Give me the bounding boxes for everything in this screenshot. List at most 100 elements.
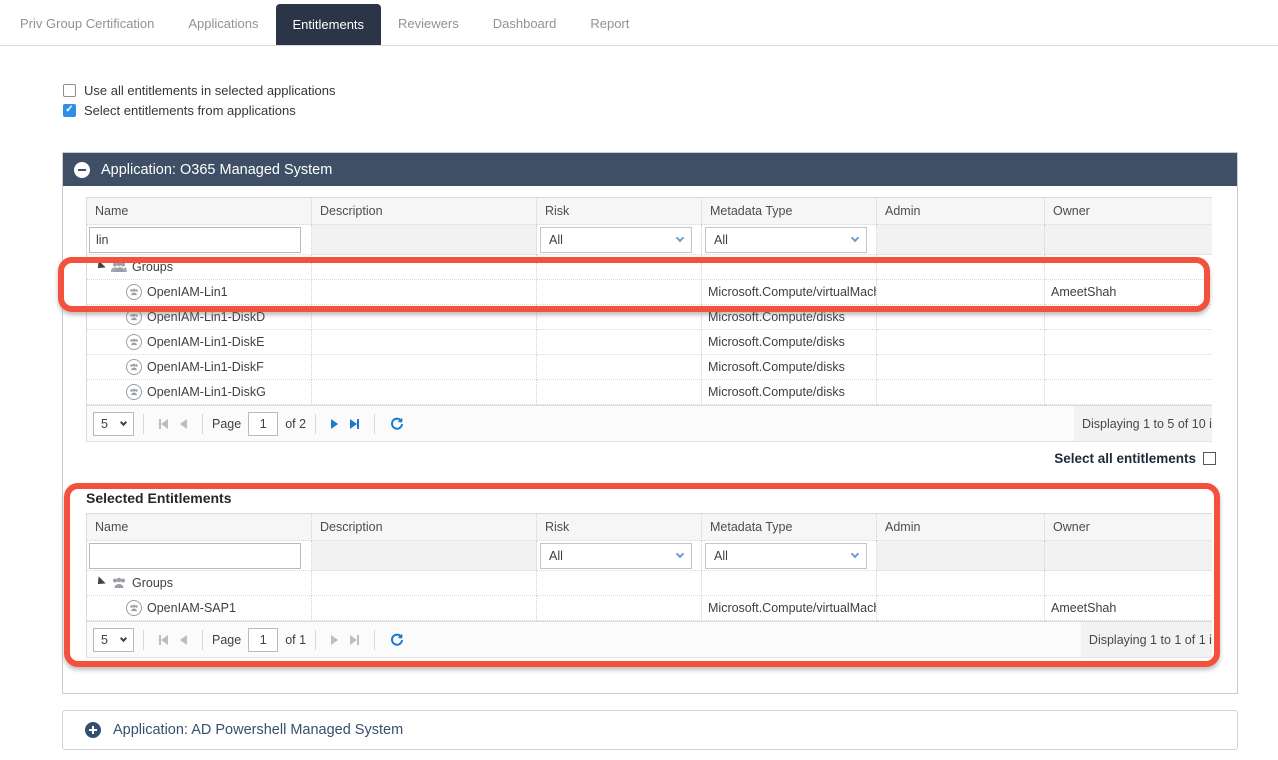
o365-table-header: Name Description Risk Metadata Type Admi…: [87, 198, 1212, 225]
col-header-name[interactable]: Name: [87, 198, 312, 225]
page-count-label: of 1: [285, 632, 307, 647]
select-entitlements-label: Select entitlements from applications: [84, 102, 296, 118]
page-size-value: 5: [101, 416, 108, 431]
metadata-filter-select[interactable]: All: [705, 542, 867, 569]
entitlement-row-openiam-lin1-diskf[interactable]: OpenIAM-Lin1-DiskF Microsoft.Compute/dis…: [87, 355, 1212, 380]
tree-root-label: Groups: [132, 576, 173, 590]
page-number-input[interactable]: [248, 627, 279, 652]
col-header-name[interactable]: Name: [87, 514, 312, 541]
entitlement-name: OpenIAM-Lin1-DiskD: [147, 310, 266, 324]
entitlement-name: OpenIAM-Lin1: [147, 285, 228, 299]
group-item-icon: [126, 334, 142, 350]
entitlement-owner: AmeetShah: [1045, 280, 1212, 305]
entitlement-source-options: Use all entitlements in selected applica…: [63, 80, 1278, 120]
select-all-row: Select all entitlements: [86, 451, 1216, 466]
prev-page-icon[interactable]: [174, 634, 193, 645]
entitlement-row-openiam-lin1-diske[interactable]: OpenIAM-Lin1-DiskE Microsoft.Compute/dis…: [87, 330, 1212, 355]
col-header-admin[interactable]: Admin: [877, 198, 1045, 225]
col-header-metadata-type[interactable]: Metadata Type: [702, 514, 877, 541]
entitlement-metadata: Microsoft.Compute/disks: [702, 355, 877, 380]
ad-powershell-application-panel[interactable]: Application: AD Powershell Managed Syste…: [62, 710, 1238, 750]
tree-expand-icon[interactable]: [94, 260, 106, 272]
col-header-description[interactable]: Description: [312, 514, 537, 541]
entitlement-name: OpenIAM-Lin1-DiskG: [147, 385, 266, 399]
risk-filter-select[interactable]: All: [540, 226, 692, 253]
col-header-description[interactable]: Description: [312, 198, 537, 225]
o365-entitlements-table: Name Description Risk Metadata Type Admi…: [86, 197, 1212, 442]
metadata-filter-value: All: [714, 548, 728, 563]
tab-applications[interactable]: Applications: [171, 2, 275, 45]
page-size-select[interactable]: 5: [93, 411, 134, 436]
entitlement-metadata: Microsoft.Compute/virtualMachines: [702, 596, 877, 621]
admin-filter-cell: [877, 225, 1045, 255]
next-page-icon[interactable]: [325, 634, 344, 645]
groups-icon: [111, 261, 127, 273]
tab-report[interactable]: Report: [573, 2, 646, 45]
tab-priv-group-certification[interactable]: Priv Group Certification: [3, 2, 171, 45]
o365-filter-row: All All: [87, 225, 1212, 255]
risk-filter-value: All: [549, 548, 563, 563]
o365-displaying-status: Displaying 1 to 5 of 10 items: [1073, 406, 1212, 441]
expand-plus-icon[interactable]: [85, 722, 101, 738]
page-size-value: 5: [101, 632, 108, 647]
entitlement-owner: [1045, 380, 1212, 405]
tree-expand-icon[interactable]: [94, 576, 106, 588]
entitlement-owner: AmeetShah: [1045, 596, 1212, 621]
entitlement-metadata: Microsoft.Compute/disks: [702, 305, 877, 330]
tab-bar: Priv Group Certification Applications En…: [0, 0, 1278, 46]
group-item-icon: [126, 600, 142, 616]
tree-root-row[interactable]: Groups: [87, 255, 1212, 280]
entitlement-name: OpenIAM-SAP1: [147, 601, 236, 615]
prev-page-icon[interactable]: [174, 418, 193, 429]
page-size-select[interactable]: 5: [93, 627, 134, 652]
last-page-icon[interactable]: [344, 418, 365, 429]
col-header-owner[interactable]: Owner: [1045, 198, 1212, 225]
ad-panel-title: Application: AD Powershell Managed Syste…: [113, 722, 404, 738]
name-filter-input[interactable]: [89, 542, 301, 569]
collapse-minus-icon[interactable]: [74, 161, 90, 178]
use-all-entitlements-checkbox[interactable]: [63, 83, 76, 97]
tree-root-row[interactable]: Groups: [87, 571, 1212, 596]
select-all-label: Select all entitlements: [1054, 451, 1196, 466]
tree-root-label: Groups: [132, 260, 173, 274]
select-all-checkbox[interactable]: [1203, 452, 1216, 465]
col-header-risk[interactable]: Risk: [537, 514, 702, 541]
first-page-icon[interactable]: [153, 418, 174, 429]
entitlements-page: Priv Group Certification Applications En…: [0, 0, 1278, 760]
entitlement-row-openiam-sap1[interactable]: OpenIAM-SAP1 Microsoft.Compute/virtualMa…: [87, 596, 1212, 621]
o365-application-panel: Application: O365 Managed System Name De…: [62, 152, 1238, 694]
tab-entitlements[interactable]: Entitlements: [275, 4, 382, 45]
col-header-owner[interactable]: Owner: [1045, 514, 1212, 541]
entitlement-owner: [1045, 355, 1212, 380]
chevron-down-icon: [675, 233, 685, 243]
risk-filter-select[interactable]: All: [540, 542, 692, 569]
selected-paging-toolbar: 5 Page of 1: [87, 621, 1212, 658]
refresh-icon[interactable]: [384, 633, 410, 647]
page-label: Page: [212, 416, 242, 431]
page-number-input[interactable]: [248, 411, 279, 436]
chevron-down-icon: [119, 418, 128, 426]
group-item-icon: [126, 309, 142, 325]
metadata-filter-select[interactable]: All: [705, 226, 867, 253]
col-header-metadata-type[interactable]: Metadata Type: [702, 198, 877, 225]
first-page-icon[interactable]: [153, 634, 174, 645]
entitlement-row-openiam-lin1-diskd[interactable]: OpenIAM-Lin1-DiskD Microsoft.Compute/dis…: [87, 305, 1212, 330]
refresh-icon[interactable]: [384, 417, 410, 431]
entitlement-row-openiam-lin1-diskg[interactable]: OpenIAM-Lin1-DiskG Microsoft.Compute/dis…: [87, 380, 1212, 405]
select-entitlements-checkbox[interactable]: ✓: [63, 103, 76, 117]
name-filter-input[interactable]: [89, 226, 301, 253]
entitlement-row-openiam-lin1[interactable]: OpenIAM-Lin1 Microsoft.Compute/virtualMa…: [87, 280, 1212, 305]
col-header-risk[interactable]: Risk: [537, 198, 702, 225]
selected-table-header: Name Description Risk Metadata Type Admi…: [87, 514, 1212, 541]
entitlement-metadata: Microsoft.Compute/virtualMachines: [702, 280, 877, 305]
last-page-icon[interactable]: [344, 634, 365, 645]
tab-dashboard[interactable]: Dashboard: [476, 2, 574, 45]
group-item-icon: [126, 384, 142, 400]
col-header-admin[interactable]: Admin: [877, 514, 1045, 541]
tab-reviewers[interactable]: Reviewers: [381, 2, 476, 45]
o365-panel-header[interactable]: Application: O365 Managed System: [63, 153, 1237, 186]
group-item-icon: [126, 359, 142, 375]
selected-displaying-status: Displaying 1 to 1 of 1 items: [1080, 622, 1212, 657]
metadata-filter-value: All: [714, 232, 728, 247]
next-page-icon[interactable]: [325, 418, 344, 429]
